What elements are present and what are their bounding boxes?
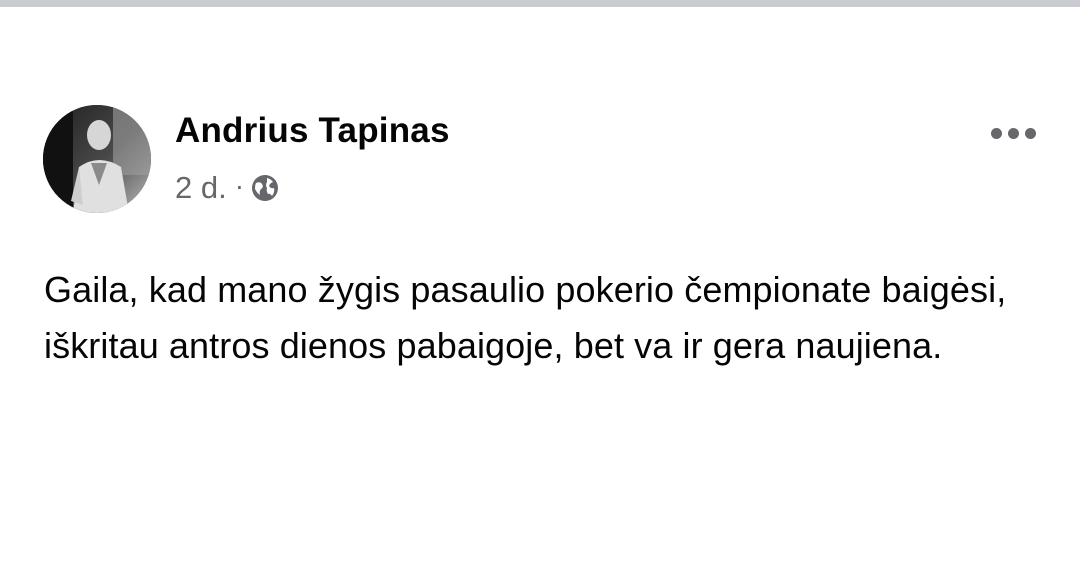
meta-separator: ·: [234, 170, 245, 201]
avatar[interactable]: [43, 105, 151, 213]
more-options-button[interactable]: [985, 111, 1041, 155]
post-text: Gaila, kad mano žygis pasaulio pokerio č…: [44, 269, 1007, 366]
top-divider: [0, 0, 1080, 7]
post-meta: 2 d. ·: [175, 169, 280, 207]
page: Andrius Tapinas 2 d. · Gaila, kad mano ž…: [0, 0, 1080, 576]
author-name[interactable]: Andrius Tapinas: [175, 111, 450, 151]
post-timestamp[interactable]: 2 d.: [175, 170, 227, 206]
more-dot: [1007, 127, 1019, 139]
post-card: Andrius Tapinas 2 d. · Gaila, kad mano ž…: [0, 7, 1080, 576]
more-horizontal-icon: [990, 127, 1002, 139]
globe-icon[interactable]: [250, 173, 280, 203]
more-dot: [1024, 127, 1036, 139]
